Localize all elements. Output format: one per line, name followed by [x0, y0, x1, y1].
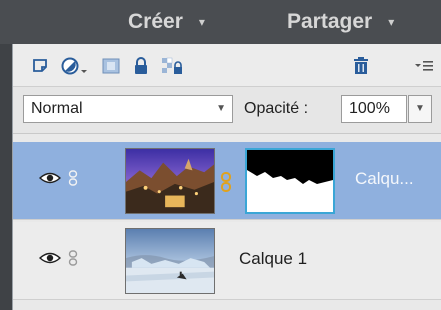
layer-row[interactable]: Calque 1: [13, 222, 441, 300]
lock-transparency-icon[interactable]: [161, 56, 183, 76]
layer-row-selected[interactable]: Calqu...: [13, 142, 441, 220]
layer-name[interactable]: Calqu...: [355, 169, 414, 189]
layer-thumbnail[interactable]: [125, 228, 215, 294]
opacity-input[interactable]: 100%: [341, 95, 407, 123]
layer-mask-thumbnail[interactable]: [245, 148, 335, 214]
mask-link-chain-icon[interactable]: [219, 172, 233, 192]
chevron-down-icon: ▾: [388, 15, 395, 29]
layer-thumbnail[interactable]: [125, 148, 215, 214]
opacity-label: Opacité :: [244, 100, 309, 117]
link-icon[interactable]: [68, 250, 78, 266]
blend-mode-value: Normal: [31, 100, 83, 117]
create-menu-label: Créer: [128, 10, 183, 33]
share-menu[interactable]: Partager ▾: [287, 7, 394, 37]
adjustment-layer-icon[interactable]: [61, 56, 89, 76]
layers-panel: Normal ▼ Opacité : 100% ▼ Calqu... Calqu…: [12, 44, 441, 310]
opacity-dropdown-button[interactable]: ▼: [408, 95, 432, 123]
link-icon[interactable]: [68, 170, 78, 186]
layers-toolbar: [13, 44, 441, 87]
visibility-eye-icon[interactable]: [38, 251, 62, 265]
chevron-down-icon: ▼: [216, 103, 226, 114]
chevron-down-icon: ▾: [198, 15, 205, 29]
panel-menu-icon[interactable]: [413, 56, 435, 76]
delete-icon[interactable]: [351, 56, 371, 76]
new-layer-icon[interactable]: [31, 56, 51, 76]
layer-options-bar: Normal ▼ Opacité : 100% ▼: [13, 87, 441, 134]
layer-name[interactable]: Calque 1: [239, 249, 307, 269]
visibility-eye-icon[interactable]: [38, 171, 62, 185]
add-mask-icon[interactable]: [101, 56, 121, 76]
opacity-value: 100%: [349, 100, 390, 117]
share-menu-label: Partager: [287, 10, 373, 33]
blend-mode-select[interactable]: Normal ▼: [23, 95, 233, 123]
lock-all-icon[interactable]: [131, 56, 151, 76]
create-menu[interactable]: Créer ▾: [128, 7, 205, 37]
top-menu-bar: Créer ▾ Partager ▾: [0, 0, 441, 44]
